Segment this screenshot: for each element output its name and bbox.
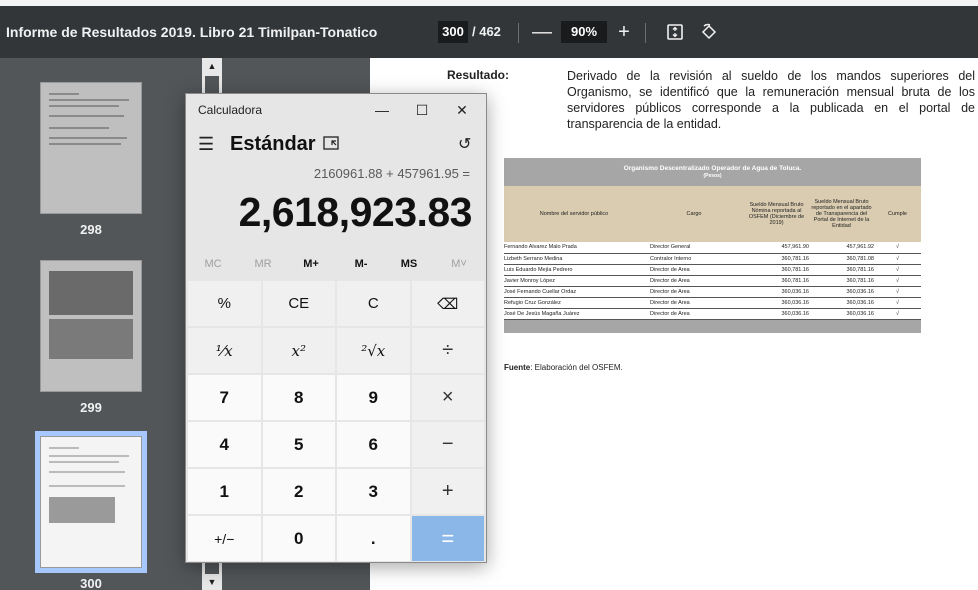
calculator-header: ☰ Estándar ↺: [186, 130, 486, 160]
table-row: José Fernando Cuellar Ordaz Director de A…: [504, 286, 921, 297]
calculation-expression: 2160961.88 + 457961.95 =: [313, 166, 470, 181]
calculator-window: Calculadora — ☐ ✕ ☰ Estándar ↺ 2160961.8…: [185, 93, 487, 563]
multiply-button[interactable]: ×: [411, 375, 484, 420]
table-header-row: Nombre del servidor público Cargo Sueldo…: [504, 186, 921, 242]
zoom-input[interactable]: 90%: [561, 21, 607, 43]
page-thumbnail-299[interactable]: [40, 260, 142, 392]
memory-recall-button[interactable]: MR: [238, 258, 288, 270]
memory-subtract-button[interactable]: M-: [336, 258, 386, 270]
add-button[interactable]: +: [411, 469, 484, 514]
page-thumbnail-300[interactable]: [35, 431, 147, 573]
memory-clear-button[interactable]: MC: [188, 258, 238, 270]
digit-5-button[interactable]: 5: [262, 422, 335, 467]
negate-button[interactable]: +/−: [188, 516, 261, 561]
page-thumbnail-298[interactable]: [40, 82, 142, 214]
backspace-button[interactable]: ⌫: [411, 281, 484, 326]
memory-store-button[interactable]: MS: [384, 258, 434, 270]
page-total: / 462: [472, 24, 501, 39]
calculator-title: Calculadora: [198, 103, 263, 117]
clear-button[interactable]: C: [337, 281, 410, 326]
memory-row: MC MR M+ M- MS M˅: [186, 252, 486, 280]
calculator-titlebar[interactable]: Calculadora — ☐ ✕: [186, 94, 486, 126]
digit-0-button[interactable]: 0: [262, 516, 335, 561]
close-icon[interactable]: ✕: [442, 94, 482, 126]
digit-6-button[interactable]: 6: [337, 422, 410, 467]
scroll-down-icon[interactable]: ▼: [202, 574, 222, 590]
toolbar-divider: [645, 23, 646, 43]
digit-3-button[interactable]: 3: [337, 469, 410, 514]
minimize-icon[interactable]: —: [362, 94, 402, 126]
digit-7-button[interactable]: 7: [188, 375, 261, 420]
scroll-up-icon[interactable]: ▲: [202, 58, 222, 74]
table-footer: [504, 319, 921, 333]
square-button[interactable]: x²: [262, 328, 335, 373]
table-row: José De Jesús Magaña Juárez Director de A…: [504, 308, 921, 319]
memory-add-button[interactable]: M+: [286, 258, 336, 270]
table-row: Lizbeth Serrano Medina Contralor Interno …: [504, 253, 921, 264]
table-row: Javier Monroy López Director de Area 360,…: [504, 275, 921, 286]
keep-on-top-icon[interactable]: [323, 136, 339, 153]
zoom-out-button[interactable]: —: [532, 18, 552, 46]
thumbnail-label: 299: [80, 400, 102, 415]
pdf-toolbar: Informe de Resultados 2019. Libro 21 Tim…: [0, 0, 978, 58]
document-title: Informe de Resultados 2019. Libro 21 Tim…: [6, 24, 378, 40]
subtract-button[interactable]: −: [411, 422, 484, 467]
table-row: Luis Eduardo Mejía Pedrero Director de Ar…: [504, 264, 921, 275]
percent-button[interactable]: %: [188, 281, 261, 326]
result-text: Derivado de la revisión al sueldo de los…: [567, 69, 975, 131]
table-row: Refugio Cruz González Director de Area 36…: [504, 297, 921, 308]
thumbnail-label: 298: [80, 222, 102, 237]
salary-table: Organismo Descentralizado Operador de Ag…: [504, 158, 921, 333]
calculation-result: 2,618,923.83: [238, 189, 473, 235]
divide-button[interactable]: ÷: [411, 328, 484, 373]
digit-2-button[interactable]: 2: [262, 469, 335, 514]
history-icon[interactable]: ↺: [458, 134, 471, 154]
thumbnail-label: 300: [80, 576, 102, 590]
memory-list-button[interactable]: M˅: [434, 258, 484, 270]
source-note: Fuente: Elaboración del OSFEM.: [504, 363, 623, 372]
keypad: % CE C ⌫ ¹⁄x x² ²√x ÷ 7 8 9 × 4 5 6 − 1 …: [188, 281, 484, 561]
digit-1-button[interactable]: 1: [188, 469, 261, 514]
zoom-in-button[interactable]: +: [614, 18, 634, 46]
equals-button[interactable]: =: [411, 516, 484, 561]
clear-entry-button[interactable]: CE: [262, 281, 335, 326]
digit-8-button[interactable]: 8: [262, 375, 335, 420]
table-title: Organismo Descentralizado Operador de Ag…: [623, 165, 802, 179]
decimal-button[interactable]: .: [337, 516, 410, 561]
calculator-mode: Estándar: [230, 133, 316, 155]
maximize-icon[interactable]: ☐: [402, 94, 442, 126]
rotate-icon[interactable]: [698, 18, 720, 46]
result-label: Resultado:: [447, 68, 510, 82]
table-row: Fernando Alvarez Malo Prada Director Gene…: [504, 242, 921, 253]
digit-9-button[interactable]: 9: [337, 375, 410, 420]
page-number-input[interactable]: 300: [438, 21, 468, 43]
square-root-button[interactable]: ²√x: [337, 328, 410, 373]
toolbar-divider: [518, 23, 519, 43]
fit-to-page-icon[interactable]: [664, 18, 686, 46]
digit-4-button[interactable]: 4: [188, 422, 261, 467]
menu-icon[interactable]: ☰: [198, 134, 214, 155]
reciprocal-button[interactable]: ¹⁄x: [188, 328, 261, 373]
